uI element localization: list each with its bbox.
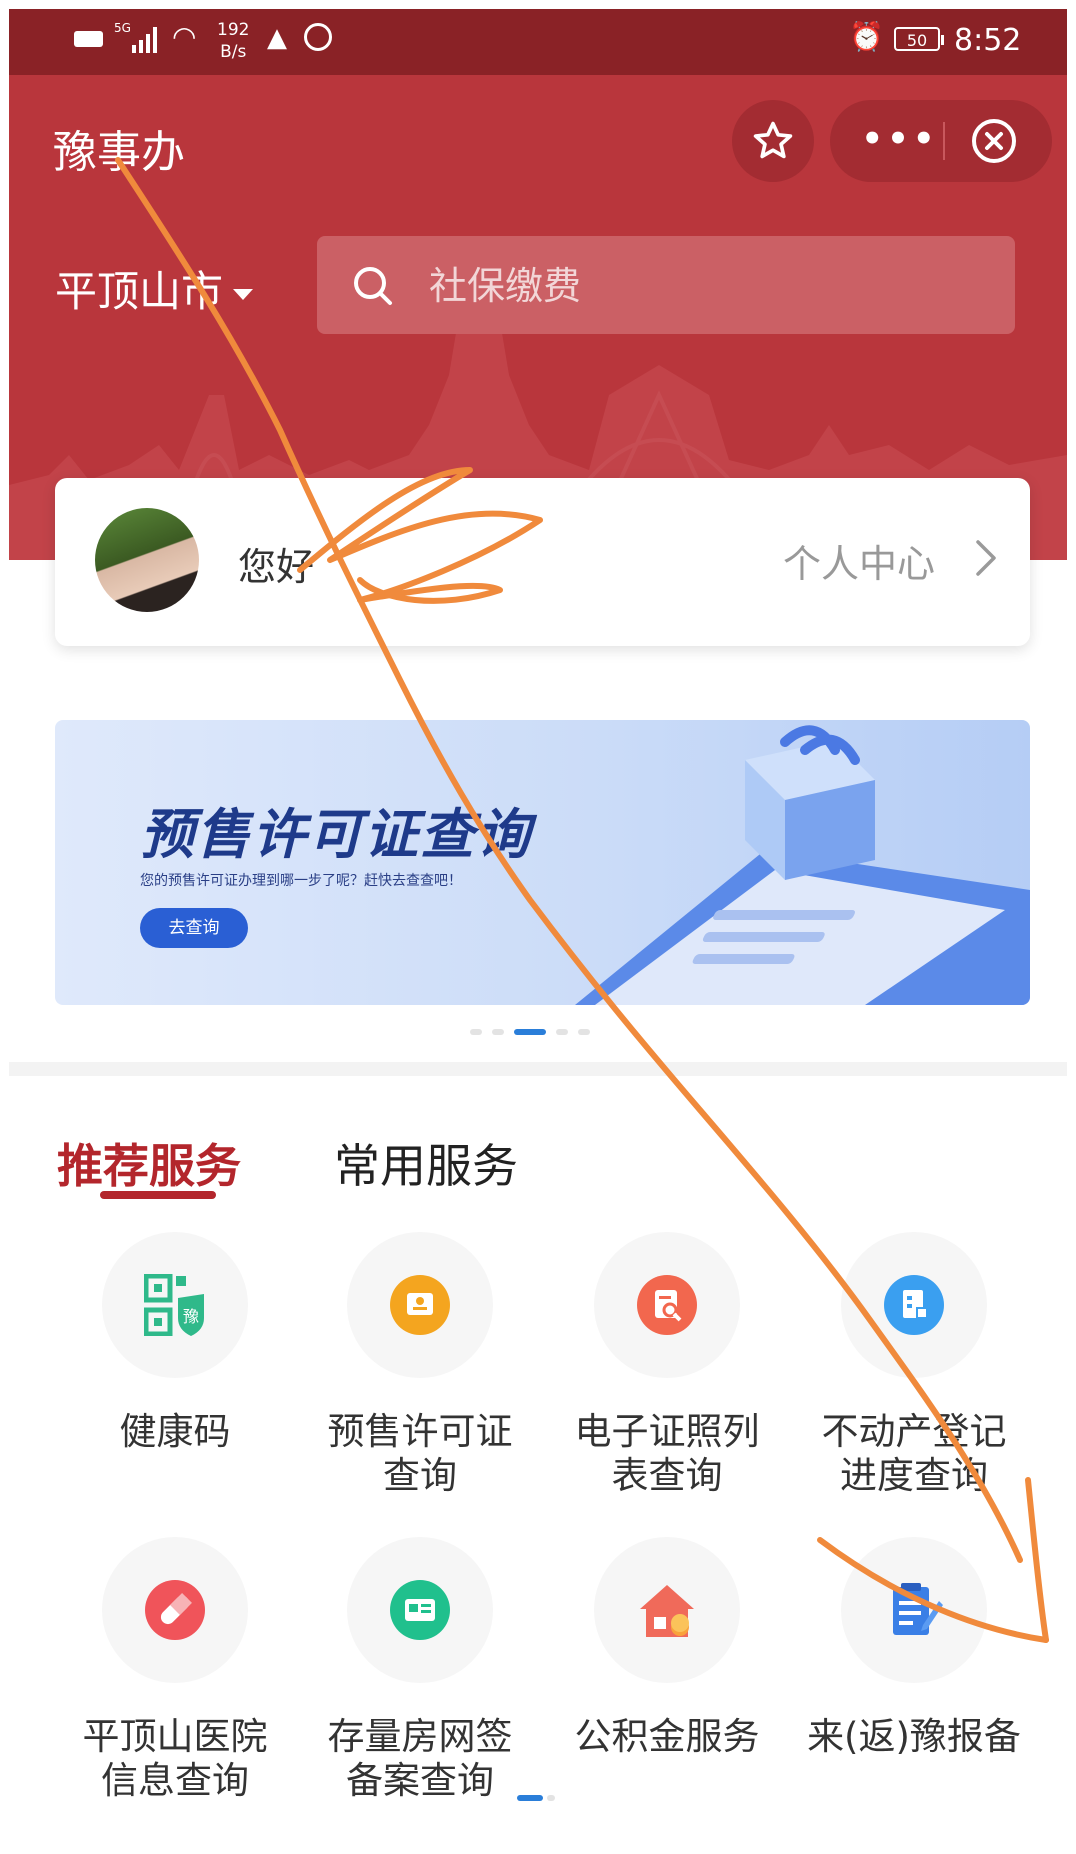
service-label: 来(返)豫报备: [807, 1715, 1021, 1758]
service-henan-report[interactable]: 来(返)豫报备: [807, 1537, 1021, 1827]
app-title: 豫事办: [53, 127, 185, 178]
service-icon-bg: 豫: [102, 1232, 248, 1378]
more-icon[interactable]: •••: [860, 122, 940, 158]
service-icon-bg: [841, 1232, 987, 1378]
service-real-estate[interactable]: 不动产登记进度查询: [814, 1232, 1014, 1522]
service-icon-bg: [594, 1232, 740, 1378]
hospital-icon: [145, 1580, 205, 1640]
service-label: 健康码: [119, 1410, 231, 1453]
favorite-button[interactable]: [732, 100, 814, 182]
user-card[interactable]: 您好 个人中心: [55, 478, 1030, 646]
tab-recommended[interactable]: 推荐服务: [57, 1130, 241, 1196]
search-input[interactable]: [427, 256, 991, 316]
service-label: 电子证照列表查询: [574, 1410, 760, 1497]
banner-title: 预售许可证查询: [140, 803, 532, 866]
service-icon-bg: [347, 1232, 493, 1378]
search-icon: [354, 267, 392, 305]
service-label: 预售许可证查询: [327, 1410, 513, 1497]
service-icon-bg: [347, 1537, 493, 1683]
speed-value: 192: [217, 20, 250, 40]
carousel-dot: [578, 1029, 590, 1035]
capsule-divider: [943, 122, 945, 160]
search-bar[interactable]: [317, 236, 1015, 334]
active-tab-underline: [100, 1191, 216, 1199]
service-label: 公积金服务: [574, 1715, 760, 1758]
city-name: 平顶山市: [55, 267, 224, 316]
service-house-contract[interactable]: 存量房网签备案查询: [320, 1537, 520, 1827]
chevron-right-icon: [976, 540, 996, 576]
qq-icon: ▲: [267, 23, 287, 53]
housing-fund-icon: [640, 1585, 694, 1637]
wifi-icon: ◠: [172, 20, 197, 53]
service-hospital[interactable]: 平顶山医院信息查询: [75, 1537, 275, 1827]
tab-common[interactable]: 常用服务: [334, 1130, 518, 1196]
service-label: 平顶山医院信息查询: [82, 1715, 268, 1802]
clock: 8:52: [954, 23, 1022, 58]
carousel-dot: [556, 1029, 568, 1035]
page-dot-active: [517, 1795, 543, 1801]
carousel-indicator: [470, 1029, 630, 1037]
e-license-icon: [637, 1275, 697, 1335]
network-speed: 192 B/s: [217, 19, 249, 63]
status-bar: HD 5G ◠ 192 B/s ▲ ⏰ 50 8:52: [9, 9, 1067, 75]
presale-permit-icon: [390, 1275, 450, 1335]
signal-icon: [132, 27, 157, 53]
carousel-dot-active: [514, 1029, 546, 1035]
personal-center-link[interactable]: 个人中心: [783, 533, 935, 588]
health-code-icon: 豫: [144, 1274, 204, 1336]
battery-icon: 50: [894, 27, 944, 51]
service-icon-bg: [594, 1537, 740, 1683]
grid-page-indicator: [517, 1795, 557, 1801]
avatar[interactable]: [95, 508, 199, 612]
speed-unit: B/s: [220, 42, 247, 62]
service-icon-bg: [841, 1537, 987, 1683]
real-estate-icon: [884, 1275, 944, 1335]
page-dot: [547, 1795, 555, 1801]
alarm-icon: ⏰: [849, 20, 884, 53]
svg-text:豫: 豫: [183, 1307, 199, 1326]
carousel-dot: [492, 1029, 504, 1035]
hd-indicator: HD: [74, 31, 104, 47]
house-contract-icon: [390, 1580, 450, 1640]
service-label: 不动产登记进度查询: [821, 1410, 1007, 1497]
service-health-code[interactable]: 豫 健康码: [75, 1232, 275, 1522]
service-presale-permit[interactable]: 预售许可证查询: [320, 1232, 520, 1522]
hand-icon: [304, 23, 332, 51]
network-type: 5G: [114, 21, 131, 35]
star-icon: [753, 121, 793, 159]
greeting-text: 您好: [238, 545, 315, 589]
banner-illustration: [575, 725, 1030, 1005]
service-e-license[interactable]: 电子证照列表查询: [567, 1232, 767, 1522]
section-divider: [9, 1062, 1067, 1076]
service-icon-bg: [102, 1537, 248, 1683]
mini-program-capsule: •••: [830, 100, 1052, 182]
service-housing-fund[interactable]: 公积金服务: [567, 1537, 767, 1827]
banner-query-button[interactable]: 去查询: [140, 908, 248, 948]
service-label: 存量房网签备案查询: [327, 1715, 513, 1802]
close-icon[interactable]: [970, 117, 1018, 165]
city-selector[interactable]: 平顶山市: [55, 258, 254, 319]
promo-banner[interactable]: 预售许可证查询 您的预售许可证办理到哪一步了呢？赶快去查查吧！ 去查询: [55, 720, 1030, 1005]
report-icon: [893, 1583, 943, 1635]
carousel-dot: [470, 1029, 482, 1035]
caret-down-icon: [233, 289, 254, 300]
banner-subtitle: 您的预售许可证办理到哪一步了呢？赶快去查查吧！: [140, 873, 462, 889]
